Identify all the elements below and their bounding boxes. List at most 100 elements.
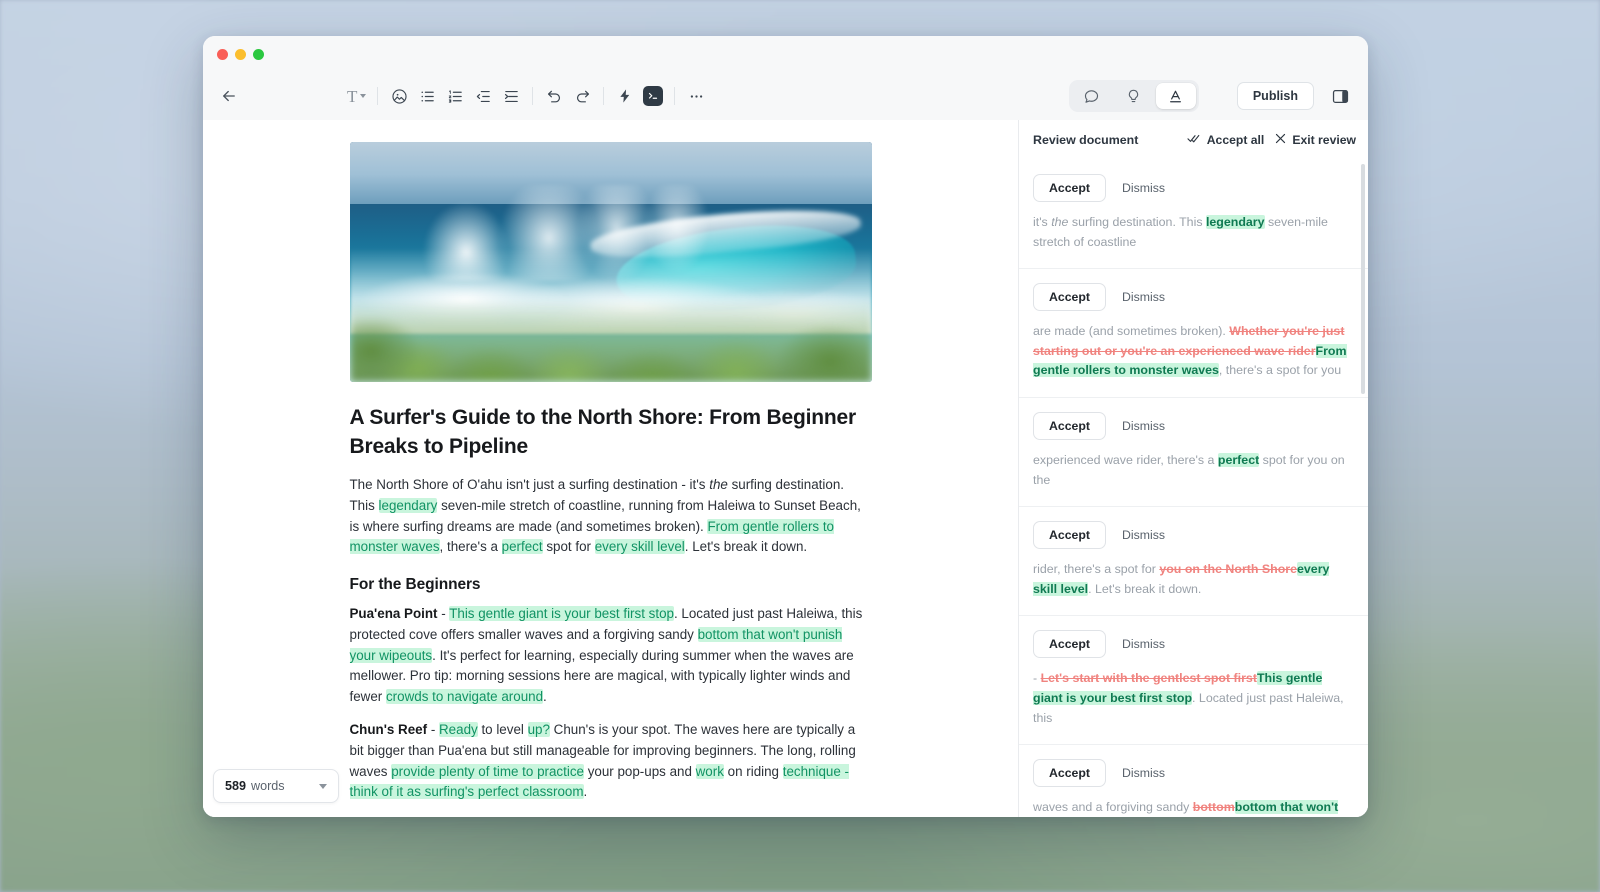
inserted-text: crowds to navigate around xyxy=(385,689,544,705)
inserted-text: every skill level xyxy=(594,539,685,555)
view-mode-segmented-control xyxy=(1068,80,1199,112)
back-arrow-icon[interactable] xyxy=(215,82,243,110)
dismiss-button[interactable]: Dismiss xyxy=(1112,630,1175,658)
suggestion-card: Accept Dismiss waves and a forgiving sandy… xyxy=(1019,745,1368,817)
inserted-text: work xyxy=(695,763,724,779)
terminal-icon[interactable] xyxy=(639,82,667,110)
toolbar-divider xyxy=(603,87,605,105)
deleted-text: you on the North Shore xyxy=(1159,562,1298,577)
lightbulb-icon[interactable] xyxy=(1114,83,1154,109)
document-blocks: The North Shore of O'ahu isn't just a su… xyxy=(349,475,872,817)
deleted-text: bottom xyxy=(1192,800,1235,815)
maximize-window-button[interactable] xyxy=(253,48,264,60)
suggestion-card: Accept Dismiss are made (and sometimes bro… xyxy=(1019,269,1368,398)
suggestion-text: rider, there's a spot for you on the Nor… xyxy=(1033,562,1330,596)
dismiss-button[interactable]: Dismiss xyxy=(1112,759,1175,787)
inserted-text: perfect xyxy=(501,539,543,555)
dismiss-button[interactable]: Dismiss xyxy=(1112,283,1175,311)
exit-review-button[interactable]: Exit review xyxy=(1274,132,1356,148)
section-heading: For the Beginners xyxy=(349,576,481,594)
sidebar-toggle-icon[interactable] xyxy=(1326,82,1354,110)
suggestion-actions: Accept Dismiss xyxy=(1033,174,1352,202)
suggestion-card: Accept Dismiss rider, there's a spot for y… xyxy=(1019,507,1368,617)
word-count-number: 589 xyxy=(225,779,247,793)
suggestion-actions: Accept Dismiss xyxy=(1033,411,1352,440)
accept-all-label: Accept all xyxy=(1206,133,1265,147)
hero-image xyxy=(349,142,872,382)
more-options-icon[interactable] xyxy=(682,82,710,110)
toolbar-divider xyxy=(377,87,379,105)
inserted-text: perfect xyxy=(1217,452,1260,467)
accept-button[interactable]: Accept xyxy=(1033,630,1107,659)
lightning-icon[interactable] xyxy=(611,82,639,110)
bullet-list-icon[interactable] xyxy=(413,82,441,110)
undo-icon[interactable] xyxy=(540,82,568,110)
image-icon[interactable] xyxy=(385,82,413,110)
suggestion-actions: Accept Dismiss xyxy=(1033,630,1352,659)
toolbar-divider xyxy=(674,87,676,105)
suggestion-list[interactable]: Accept Dismiss it's the surfing destinatio… xyxy=(1019,160,1368,817)
inserted-text: up? xyxy=(527,721,550,737)
accept-button[interactable]: Accept xyxy=(1033,759,1107,788)
suggestion-card: Accept Dismiss - Let's start with the gen… xyxy=(1019,616,1368,746)
chevron-down-icon xyxy=(360,94,367,98)
word-count-unit: words xyxy=(251,779,285,793)
redo-icon[interactable] xyxy=(568,82,596,110)
review-text-icon[interactable] xyxy=(1155,83,1196,109)
page-title: A Surfer's Guide to the North Shore: Fro… xyxy=(349,406,857,458)
suggestion-actions: Accept Dismiss xyxy=(1033,283,1352,312)
suggestion-text: it's the surfing destination. This legen… xyxy=(1033,215,1328,249)
suggestion-actions: Accept Dismiss xyxy=(1033,759,1352,788)
minimize-window-button[interactable] xyxy=(235,48,246,60)
document-paragraph: Pua'ena Point - This gentle giant is you… xyxy=(349,606,863,705)
review-panel: Review document Accept all Exit review A… xyxy=(1018,120,1368,817)
suggestion-text: experienced wave rider, there's a perfec… xyxy=(1033,452,1345,487)
document-editor[interactable]: A Surfer's Guide to the North Shore: Fro… xyxy=(203,120,1018,817)
window-titlebar xyxy=(203,36,1368,72)
hero-foliage xyxy=(349,300,872,382)
double-check-icon xyxy=(1187,131,1202,149)
panel-scrollbar[interactable] xyxy=(1361,164,1365,394)
app-window: T Publish A Surfer's Guide to the North … xyxy=(203,36,1368,817)
review-panel-title: Review document xyxy=(1033,133,1139,147)
editor-toolbar: T Publish xyxy=(203,72,1368,120)
suggestion-text: - Let's start with the gentlest spot fir… xyxy=(1033,671,1344,725)
accept-button[interactable]: Accept xyxy=(1033,411,1107,440)
text-style-dropdown[interactable]: T xyxy=(343,82,370,110)
chevron-down-icon xyxy=(319,783,327,789)
dismiss-button[interactable]: Dismiss xyxy=(1112,174,1175,202)
close-window-button[interactable] xyxy=(217,48,228,60)
suggestion-text: waves and a forgiving sandy bottombottom… xyxy=(1033,798,1352,817)
suggestion-cards: Accept Dismiss it's the surfing destinatio… xyxy=(1019,160,1368,817)
inserted-text: Ready xyxy=(439,721,478,737)
toolbar-divider xyxy=(532,87,534,105)
editor-scroll-area[interactable]: A Surfer's Guide to the North Shore: Fro… xyxy=(203,120,1018,817)
deleted-text: Let's start with the gentlest spot first xyxy=(1040,671,1257,686)
suggestion-card: Accept Dismiss experienced wave rider, the… xyxy=(1019,398,1368,508)
inserted-text: This gentle giant is your best first sto… xyxy=(449,606,674,622)
accept-button[interactable]: Accept xyxy=(1033,521,1107,550)
suggestion-card: Accept Dismiss it's the surfing destinatio… xyxy=(1019,160,1368,270)
text-style-glyph: T xyxy=(347,86,358,106)
inserted-text: provide plenty of time to practice xyxy=(391,763,584,779)
accept-button[interactable]: Accept xyxy=(1033,283,1107,312)
suggestion-actions: Accept Dismiss xyxy=(1033,521,1352,550)
numbered-list-icon[interactable] xyxy=(441,82,469,110)
inserted-text: legendary xyxy=(378,497,438,513)
word-count-widget[interactable]: 589 words xyxy=(213,769,339,803)
exit-review-label: Exit review xyxy=(1292,133,1356,147)
dismiss-button[interactable]: Dismiss xyxy=(1112,521,1175,549)
suggestion-text: are made (and sometimes broken). Whether… xyxy=(1033,324,1347,378)
document-paragraph: The North Shore of O'ahu isn't just a su… xyxy=(349,477,861,555)
outdent-icon[interactable] xyxy=(469,82,497,110)
accept-all-button[interactable]: Accept all xyxy=(1187,131,1265,149)
publish-button[interactable]: Publish xyxy=(1236,82,1314,110)
comment-icon[interactable] xyxy=(1072,83,1112,109)
accept-button[interactable]: Accept xyxy=(1033,174,1107,202)
indent-icon[interactable] xyxy=(497,82,525,110)
dismiss-button[interactable]: Dismiss xyxy=(1112,412,1175,440)
close-icon xyxy=(1274,132,1287,148)
inserted-text: legendary xyxy=(1205,215,1265,229)
workspace: A Surfer's Guide to the North Shore: Fro… xyxy=(203,120,1368,817)
document-body[interactable]: A Surfer's Guide to the North Shore: Fro… xyxy=(349,142,872,817)
